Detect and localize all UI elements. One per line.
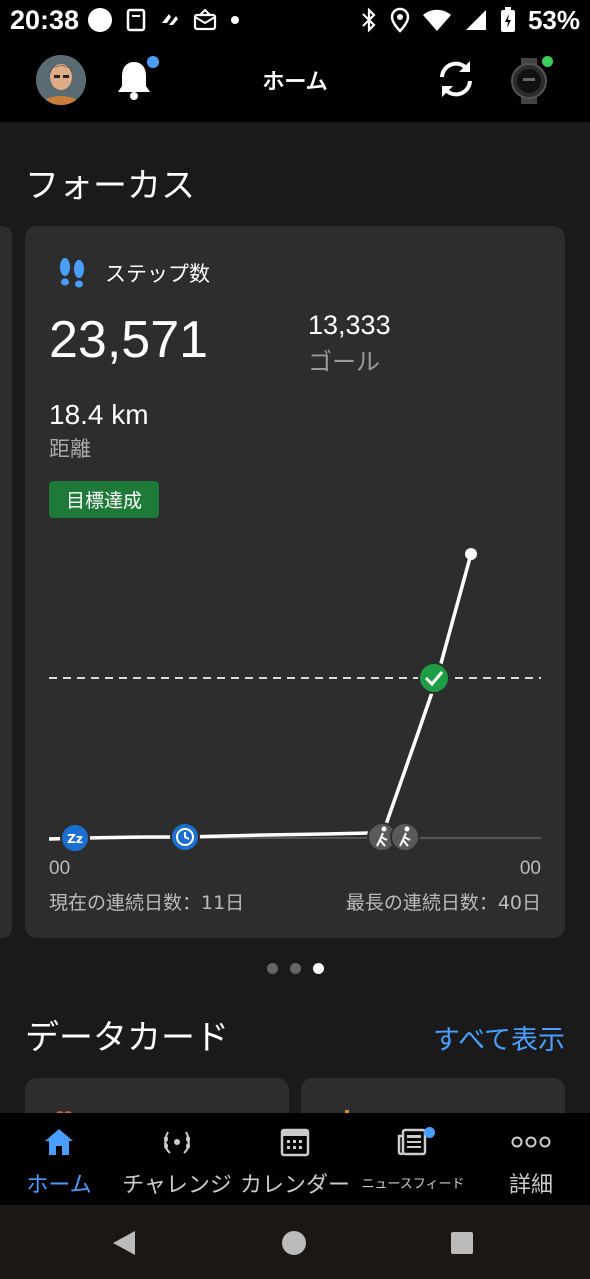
goal-reached-check-icon (418, 662, 450, 694)
chart-tick-start: 00 (49, 858, 71, 879)
data-cards-section-title: データカード (25, 1018, 229, 1058)
device-connected-dot (542, 56, 553, 67)
system-nav-bar (0, 1205, 590, 1279)
calendar-icon (280, 1128, 310, 1157)
status-bar: 20:38 53% (0, 0, 590, 40)
sleep-marker-icon: Zz (60, 823, 90, 853)
battery-charging-icon (500, 7, 515, 32)
current-streak: 現在の連続日数：11日 (49, 892, 245, 914)
nav-challenges[interactable]: チャレンジ (118, 1113, 236, 1205)
mail-icon (193, 9, 217, 31)
sync-icon[interactable] (434, 57, 478, 101)
nav-challenges-label: チャレンジ (122, 1173, 232, 1198)
wifi-icon (422, 9, 451, 31)
pager-dot[interactable] (266, 963, 278, 974)
pager-dot[interactable] (289, 963, 301, 974)
nav-newsfeed-label: ニュースフィード (361, 1177, 465, 1192)
laurel-icon (164, 1131, 190, 1154)
goal-achieved-badge: 目標達成 (49, 481, 159, 518)
nav-more-label: 詳細 (508, 1173, 553, 1198)
nav-calendar-label: カレンダー (239, 1173, 350, 1198)
distance-value: 18.4 km (49, 399, 149, 430)
copy-icon (126, 8, 146, 32)
status-time: 20:38 (10, 4, 80, 35)
nav-home[interactable]: ホーム (0, 1113, 118, 1205)
back-icon[interactable] (111, 1229, 137, 1257)
card-header: ステップ数 (55, 256, 210, 290)
app-bar: ホーム (0, 40, 590, 122)
previous-card-edge[interactable] (0, 226, 12, 938)
distance-label: 距離 (49, 437, 91, 461)
home-icon (45, 1129, 73, 1155)
circle-icon (88, 8, 113, 32)
home-button-icon[interactable] (280, 1229, 308, 1257)
bottom-nav: ホーム チャレンジ カレンダー ニュースフィード 詳細 (0, 1113, 590, 1205)
longest-streak: 最長の連続日数：40日 (345, 892, 541, 914)
steps-value: 23,571 (49, 311, 209, 369)
nav-calendar[interactable]: カレンダー (236, 1113, 354, 1205)
signal-icon (465, 10, 486, 30)
see-all-link[interactable]: すべて表示 (433, 1018, 565, 1057)
newsfeed-unread-dot (424, 1127, 435, 1138)
clock-marker-icon (170, 822, 200, 852)
pager-dot-active[interactable] (312, 963, 324, 974)
focus-section-title: フォーカス (25, 166, 195, 206)
svg-text:Zz: Zz (67, 832, 83, 846)
battery-percent: 53% (527, 4, 580, 35)
card-title: ステップ数 (105, 262, 210, 286)
status-notification-icons (87, 7, 241, 33)
nav-home-label: ホーム (26, 1173, 92, 1198)
recents-icon[interactable] (450, 1231, 474, 1255)
steps-line (48, 553, 473, 841)
nav-newsfeed[interactable]: ニュースフィード (354, 1113, 472, 1205)
walking-marker-icon (390, 822, 420, 852)
pager-dots (0, 963, 590, 974)
app-notification-icon (162, 14, 179, 25)
bluetooth-icon (362, 7, 376, 33)
goal-label: ゴール (308, 348, 380, 376)
steps-endpoint (465, 548, 477, 560)
status-system-icons: 53% (360, 5, 580, 36)
more-icon (511, 1136, 551, 1148)
nav-more[interactable]: 詳細 (472, 1113, 590, 1205)
goal-value: 13,333 (308, 310, 391, 340)
steps-card[interactable]: Zz ステップ数 23,571 13,333 ゴール 18.4 km 距離 目標… (25, 226, 565, 938)
footsteps-icon (60, 258, 84, 288)
dot-icon (231, 16, 240, 24)
location-icon (390, 7, 410, 33)
page-title: ホーム (262, 70, 328, 95)
chart-tick-end: 00 (519, 858, 541, 879)
